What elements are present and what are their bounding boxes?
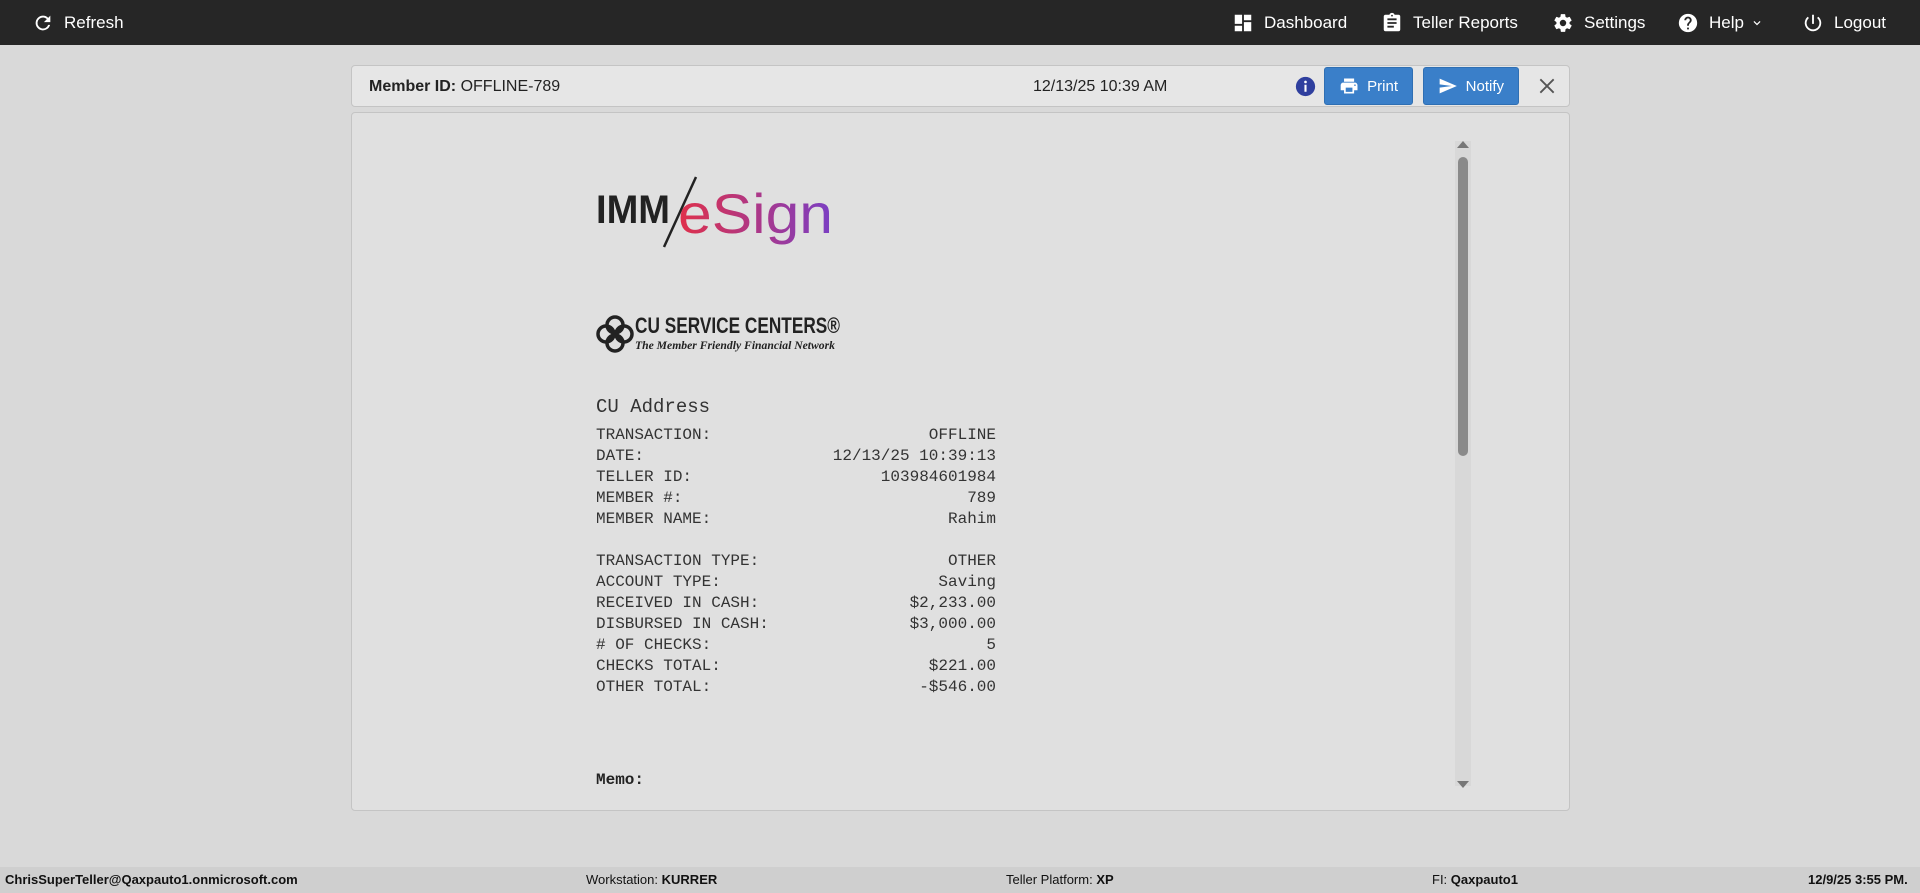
- help-label: Help: [1709, 12, 1744, 32]
- top-nav-bar: Refresh Dashboard Teller Reports Setting…: [0, 0, 1920, 45]
- help-menu[interactable]: Help: [1677, 0, 1764, 45]
- receipt-row-label: RECEIVED IN CASH:: [596, 594, 760, 612]
- receipt-row-value: Rahim: [947, 510, 996, 528]
- receipt-row: DATE: 12/13/25 10:39:13: [596, 446, 996, 467]
- gear-icon: [1554, 13, 1572, 32]
- receipt-row: DISBURSED IN CASH: $3,000.00: [596, 614, 996, 635]
- notify-label: Notify: [1465, 77, 1504, 95]
- receipt-row: TRANSACTION: OFFLINE: [596, 425, 996, 446]
- member-id-label: Member ID:: [369, 78, 457, 95]
- receipt-row: MEMBER NAME: Rahim: [596, 509, 996, 530]
- refresh-icon: [35, 15, 51, 30]
- workstation-info: Workstation: KURRER: [586, 872, 718, 887]
- receipt-row: MEMBER #: 789: [596, 488, 996, 509]
- power-icon: [1804, 14, 1822, 31]
- receipt-row-label: MEMBER #:: [596, 489, 683, 507]
- receipt-row-label: TELLER ID:: [596, 468, 693, 486]
- receipt-row-value: -$546.00: [919, 678, 996, 696]
- receipt-row-value: $2,233.00: [909, 594, 996, 612]
- receipt-row-value: OFFLINE: [928, 426, 996, 444]
- dashboard-icon: [1234, 14, 1252, 31]
- scroll-down-arrow[interactable]: [1457, 781, 1469, 788]
- receipt-row-label: CHECKS TOTAL:: [596, 657, 721, 675]
- receipt-row-label: OTHER TOTAL:: [596, 678, 712, 696]
- receipt-row: CHECKS TOTAL: $221.00: [596, 656, 996, 677]
- print-button[interactable]: Print: [1324, 67, 1413, 105]
- info-icon[interactable]: [1295, 76, 1316, 97]
- receipt-row-value: 789: [967, 489, 996, 507]
- notify-button[interactable]: Notify: [1423, 67, 1519, 105]
- scrollbar-thumb[interactable]: [1458, 157, 1468, 456]
- receipt-datetime: 12/13/25 10:39 AM: [1033, 78, 1168, 95]
- receipt-preview-panel: IMM eSign CU SERVICE CENTERS® The Member…: [351, 112, 1570, 811]
- member-id: Member ID: OFFLINE-789: [369, 78, 560, 96]
- receipt-row: TRANSACTION TYPE: OTHER: [596, 551, 996, 572]
- send-icon: [1439, 78, 1457, 94]
- svg-text:IMM: IMM: [596, 188, 670, 232]
- cu-address: CU Address: [596, 396, 711, 418]
- print-label: Print: [1367, 77, 1398, 95]
- help-icon: [1678, 13, 1698, 32]
- receipt-row-label: ACCOUNT TYPE:: [596, 573, 721, 591]
- cu-service-centers-logo: CU SERVICE CENTERS® The Member Friendly …: [596, 313, 840, 353]
- svg-text:eSign: eSign: [678, 182, 833, 245]
- svg-text:The Member Friendly Financial: The Member Friendly Financial Network: [635, 338, 835, 352]
- receipt-row-value: $221.00: [928, 657, 996, 675]
- refresh-label: Refresh: [64, 12, 124, 32]
- receipt-row: # OF CHECKS: 5: [596, 635, 996, 656]
- receipt-row-value: OTHER: [947, 552, 996, 570]
- receipt-row-label: DISBURSED IN CASH:: [596, 615, 769, 633]
- receipt-group-transaction: TRANSACTION: OFFLINE DATE: 12/13/25 10:39:1…: [596, 425, 996, 530]
- receipt-row: RECEIVED IN CASH: $2,233.00: [596, 593, 996, 614]
- receipt-row-label: MEMBER NAME:: [596, 510, 712, 528]
- receipt-row: OTHER TOTAL: -$546.00: [596, 677, 996, 698]
- user-email: ChrisSuperTeller@Qaxpauto1.onmicrosoft.c…: [5, 872, 298, 887]
- footer-datetime: 12/9/25 3:55 PM.: [1808, 872, 1908, 887]
- settings-link[interactable]: Settings: [1552, 0, 1645, 45]
- member-id-value: OFFLINE-789: [460, 78, 561, 95]
- svg-text:CU SERVICE CENTERS®: CU SERVICE CENTERS®: [635, 313, 840, 338]
- receipt-row-value: 103984601984: [880, 468, 996, 486]
- receipt-row-value: $3,000.00: [909, 615, 996, 633]
- logout-label: Logout: [1834, 12, 1886, 32]
- imm-esign-logo: IMM eSign: [596, 176, 833, 248]
- teller-reports-label: Teller Reports: [1413, 12, 1518, 32]
- settings-label: Settings: [1584, 12, 1646, 32]
- refresh-button[interactable]: Refresh: [32, 0, 124, 45]
- receipt-row-label: TRANSACTION:: [596, 426, 712, 444]
- fi-info: FI: Qaxpauto1: [1432, 872, 1518, 887]
- chevron-down-icon: [1753, 20, 1761, 25]
- receipt-row: TELLER ID: 103984601984: [596, 467, 996, 488]
- receipt-row-value: Saving: [938, 573, 996, 591]
- receipt-header-bar: Member ID: OFFLINE-789 12/13/25 10:39 AM…: [351, 65, 1570, 107]
- receipt-row-value: 12/13/25 10:39:13: [832, 447, 996, 465]
- dashboard-label: Dashboard: [1264, 12, 1348, 32]
- printer-icon: [1340, 78, 1358, 94]
- dashboard-link[interactable]: Dashboard: [1232, 0, 1347, 45]
- receipt-row-label: TRANSACTION TYPE:: [596, 552, 760, 570]
- receipt-group-amounts: TRANSACTION TYPE: OTHER ACCOUNT TYPE: Savin…: [596, 551, 996, 698]
- teller-platform-info: Teller Platform: XP: [1006, 872, 1114, 887]
- receipt-row-label: # OF CHECKS:: [596, 636, 712, 654]
- teller-reports-link[interactable]: Teller Reports: [1381, 0, 1518, 45]
- memo-label: Memo:: [596, 771, 645, 789]
- receipt-body: CU Address TRANSACTION: OFFLINE DATE: 12/13…: [596, 396, 996, 698]
- close-icon[interactable]: [1537, 76, 1557, 96]
- logout-button[interactable]: Logout: [1802, 0, 1886, 45]
- receipt-row: ACCOUNT TYPE: Saving: [596, 572, 996, 593]
- status-bar: ChrisSuperTeller@Qaxpauto1.onmicrosoft.c…: [0, 867, 1920, 893]
- receipt-row-label: DATE:: [596, 447, 645, 465]
- scroll-up-arrow[interactable]: [1457, 141, 1469, 148]
- clipboard-icon: [1383, 12, 1401, 31]
- receipt-row-value: 5: [986, 636, 996, 654]
